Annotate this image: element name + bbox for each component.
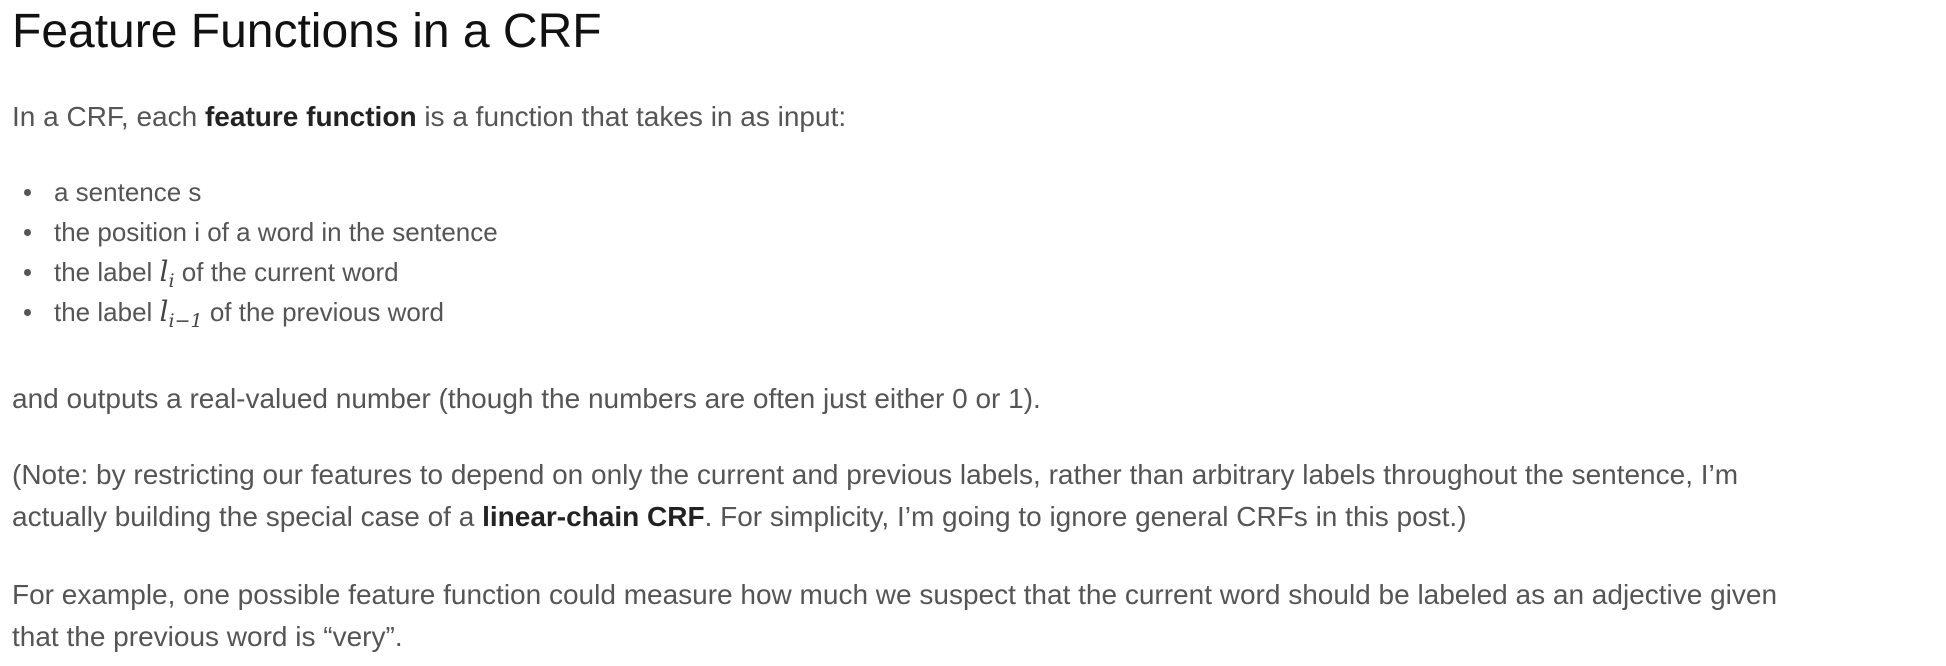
list-item-text-end: of the current word [174,257,399,287]
bullet-icon [24,309,31,316]
list-item-text: the label [54,297,160,327]
article-section: Feature Functions in a CRF In a CRF, eac… [0,0,1946,666]
input-list: a sentence s the position i of a word in… [0,172,498,332]
math-subscript: i−1 [168,310,203,332]
bullet-icon [24,269,31,276]
list-item-text-end: of the previous word [202,297,444,327]
list-item: the label li of the current word [0,252,498,292]
list-item: a sentence s [0,172,498,212]
feature-function-term: feature function [204,101,417,132]
linear-chain-crf-term: linear-chain CRF [482,501,705,532]
example-line-2: that the previous word is “very”. [12,621,403,652]
intro-paragraph: In a CRF, each feature function is a fun… [12,96,846,138]
bullet-icon [24,229,31,236]
list-item-text: the label [54,257,160,287]
math-label-current: li [159,255,175,291]
example-paragraph: For example, one possible feature functi… [12,574,1777,658]
note-paragraph: (Note: by restricting our features to de… [12,454,1738,538]
intro-text-start: In a CRF, each [12,101,205,132]
math-label-previous: li−1 [159,295,203,331]
note-line-1: (Note: by restricting our features to de… [12,459,1739,490]
list-item-text: the position i of a word in the sentence [54,217,498,247]
section-heading: Feature Functions in a CRF [12,5,602,58]
list-item: the label li−1 of the previous word [0,292,498,332]
intro-text-end: is a function that takes in as input: [416,101,847,132]
note-line-2-end: . For simplicity, I’m going to ignore ge… [704,501,1467,532]
example-line-1: For example, one possible feature functi… [12,579,1778,610]
math-variable: l [159,255,169,288]
outputs-paragraph: and outputs a real-valued number (though… [12,383,1041,414]
bullet-icon [24,189,31,196]
math-variable: l [159,295,169,328]
list-item: the position i of a word in the sentence [0,212,498,252]
note-line-2-start: actually building the special case of a [12,501,483,532]
list-item-text: a sentence s [54,177,202,207]
